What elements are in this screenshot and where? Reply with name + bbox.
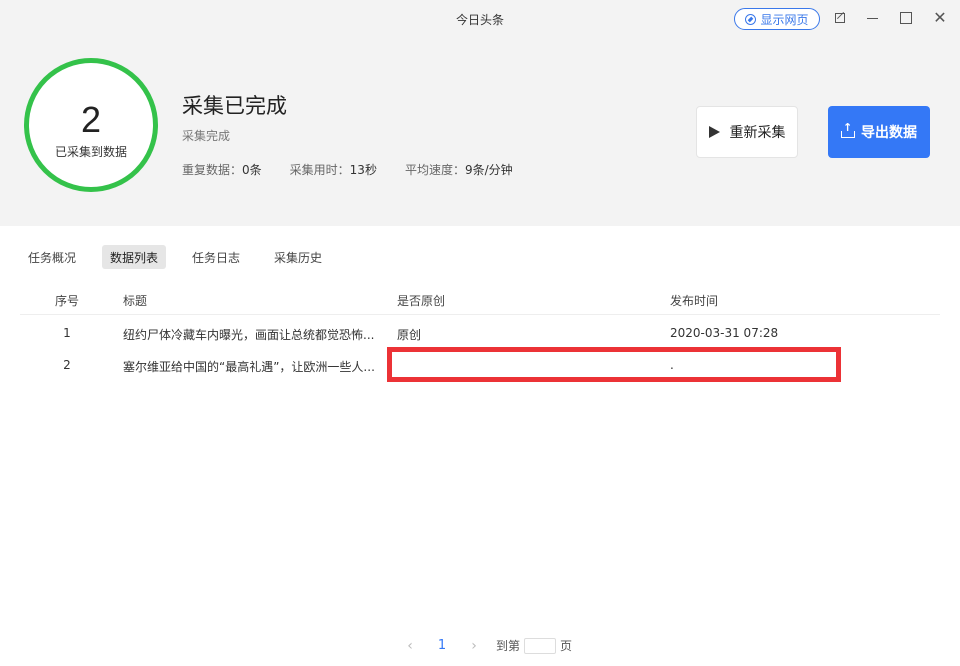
stat-speed: 平均速度：9条/分钟 bbox=[404, 163, 513, 177]
row-title: 纽约尸体冷藏车内曝光，画面让总统都觉恐怖... bbox=[123, 328, 375, 342]
export-label: 导出数据 bbox=[861, 125, 917, 141]
compass-icon bbox=[745, 13, 757, 25]
tab-history[interactable]: 采集历史 bbox=[266, 245, 330, 269]
row-title: 塞尔维亚给中国的“最高礼遇”，让欧洲一些人... bbox=[123, 360, 375, 374]
page-number[interactable]: 1 bbox=[420, 638, 464, 653]
edit-icon[interactable] bbox=[832, 10, 848, 26]
page-suffix: 页 bbox=[560, 639, 573, 653]
prev-page-icon[interactable]: ‹ bbox=[400, 638, 420, 654]
export-button[interactable]: 导出数据 bbox=[828, 106, 930, 158]
tab-overview[interactable]: 任务概况 bbox=[20, 245, 84, 269]
collected-count-label: 已采集到数据 bbox=[54, 145, 127, 159]
recollect-label: 重新采集 bbox=[729, 125, 786, 141]
collected-count: 2 bbox=[80, 99, 102, 140]
tab-task-log[interactable]: 任务日志 bbox=[184, 245, 248, 269]
status-title: 采集已完成 bbox=[182, 94, 287, 118]
upload-icon bbox=[841, 121, 855, 138]
row-no: 1 bbox=[63, 326, 71, 340]
close-icon[interactable]: ✕ bbox=[932, 10, 948, 26]
next-page-icon[interactable]: › bbox=[464, 638, 484, 654]
column-header-time: 发布时间 bbox=[670, 294, 719, 308]
collected-count-ring: 2 已采集到数据 bbox=[24, 58, 158, 192]
stat-duplicates: 重复数据：0条 bbox=[182, 163, 262, 177]
maximize-icon[interactable] bbox=[898, 10, 914, 26]
tab-bar: 任务概况 数据列表 任务日志 采集历史 bbox=[20, 245, 348, 269]
highlight-box bbox=[387, 347, 841, 382]
show-web-button[interactable]: 显示网页 bbox=[734, 8, 820, 30]
row-original: 原创 bbox=[397, 328, 422, 342]
table-row[interactable]: 1 纽约尸体冷藏车内曝光，画面让总统都觉恐怖... 原创 2020-03-31 … bbox=[20, 317, 940, 349]
row-no: 2 bbox=[63, 358, 71, 372]
table-header: 序号 标题 是否原创 发布时间 bbox=[20, 283, 940, 315]
summary-panel: 今日头条 显示网页 ✕ 2 已采集到数据 采集已完成 采集完成 重复数据：0条 … bbox=[0, 0, 960, 226]
recollect-button[interactable]: 重新采集 bbox=[696, 106, 798, 158]
column-header-title: 标题 bbox=[123, 294, 148, 308]
show-web-label: 显示网页 bbox=[760, 12, 809, 27]
stat-duration: 采集用时：13秒 bbox=[289, 163, 377, 177]
minimize-icon[interactable] bbox=[864, 10, 880, 26]
pagination: ‹ 1 › 到第 页 bbox=[400, 637, 572, 654]
column-header-no: 序号 bbox=[54, 294, 79, 308]
goto-label: 到第 bbox=[496, 639, 521, 653]
column-header-original: 是否原创 bbox=[397, 294, 446, 308]
stats-row: 重复数据：0条 采集用时：13秒 平均速度：9条/分钟 bbox=[182, 161, 541, 178]
tab-data-list[interactable]: 数据列表 bbox=[102, 245, 167, 269]
play-icon bbox=[708, 126, 720, 138]
row-time: 2020-03-31 07:28 bbox=[670, 326, 779, 340]
status-subtitle: 采集完成 bbox=[182, 129, 231, 143]
goto-page-input[interactable] bbox=[524, 637, 557, 654]
